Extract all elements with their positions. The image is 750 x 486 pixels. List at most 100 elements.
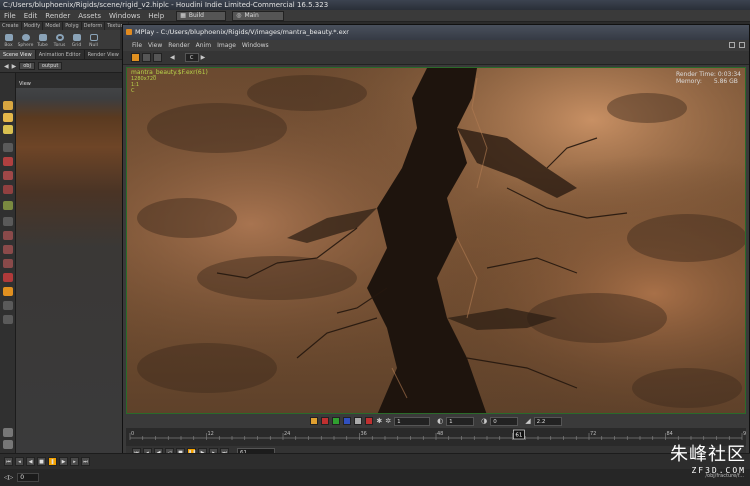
mplay-menu-image[interactable]: Image [214,40,239,51]
lasso-icon[interactable] [3,125,13,134]
timeline-tick-label: 36 [361,431,367,437]
snapshot-icon[interactable] [142,53,151,62]
shelf-tool-torus[interactable]: Torus [51,30,68,49]
display-options-icon[interactable] [3,440,13,449]
desktop-icon: ▦ [180,12,186,19]
rendered-image[interactable]: mantra_beauty.$F.exr(61) 1280x720 1:1 C … [126,67,746,414]
select-mode-icon[interactable] [3,113,13,122]
exposure-field[interactable]: 1 [394,416,431,426]
move-icon[interactable] [3,157,13,166]
shelf-tool-grid[interactable]: Grid [68,30,85,49]
rotate-icon[interactable] [3,171,13,180]
channel-color-icon[interactable] [310,417,319,425]
mplay-timeline[interactable]: 0 12 24 36 48 72 84 96 61 [126,428,749,446]
snap-point-icon[interactable] [3,259,13,268]
menu-file[interactable]: File [0,10,20,22]
channel-arrow-icon[interactable]: ◀ [170,54,175,61]
h-pause-icon[interactable]: ❚ [48,457,57,466]
channel-luminance-icon[interactable] [365,417,374,425]
image-channel: C [131,88,135,94]
watermark-url: ZF3D.COM [691,466,746,475]
tab-animation-editor[interactable]: Animation Editor [36,50,85,59]
frame-nav-icon[interactable]: ◁▷ [4,474,13,481]
shelf-tool-tube[interactable]: Tube [34,30,51,49]
tab-render-view[interactable]: Render View [85,50,123,59]
contrast-field[interactable]: 1 [446,416,475,426]
pane-tabs: Scene View Animation Editor Render View [0,50,123,60]
shelf-tab-create[interactable]: Create [0,22,22,30]
pointer-icon[interactable] [3,143,13,152]
timeline-tick-label: 96 [743,431,746,437]
menu-assets[interactable]: Assets [74,10,105,22]
camera-icon[interactable] [3,301,13,310]
menu-render[interactable]: Render [41,10,74,22]
restore-icon[interactable] [739,42,745,48]
offset-field[interactable]: 0 [490,416,519,426]
houdini-frame-field[interactable]: 0 [17,473,40,482]
channel-red-icon[interactable] [321,417,330,425]
pose-icon[interactable] [3,201,13,210]
main-dropdown[interactable]: ◎ Main [232,10,285,21]
render-region-icon[interactable] [3,287,13,296]
scale-icon[interactable] [3,185,13,194]
shelf-tool-null[interactable]: Null [85,30,102,49]
h-stop-icon[interactable]: ■ [37,457,46,466]
render-mode-icon[interactable] [131,53,140,62]
shelf-tool-label: Box [4,43,13,48]
channel-alpha-icon[interactable] [354,417,363,425]
plane-field[interactable]: C [184,53,199,62]
shelf-tab-modify[interactable]: Modify [22,22,44,30]
forward-arrow-icon[interactable]: ▶ [12,63,17,70]
mplay-menu-anim[interactable]: Anim [193,40,214,51]
light-icon[interactable] [3,315,13,324]
handle-axis-icon[interactable] [3,428,13,437]
timeline-tick-label: 48 [437,431,443,437]
gamma-icon[interactable]: ◢ [525,417,530,425]
channel-blue-icon[interactable] [343,417,352,425]
shelf-tool-sphere[interactable]: Sphere [17,30,34,49]
mplay-app-icon [126,29,132,35]
h-play-reverse-icon[interactable]: ◀ [26,457,35,466]
h-last-frame-icon[interactable]: ⏭ [81,457,90,466]
mplay-title: MPlay - C:/Users/bluphoenix/Rigids/V/ima… [135,28,349,36]
shelf-tab-polygon[interactable]: Polyg [63,22,82,30]
snap-grid-icon[interactable] [3,231,13,240]
mplay-menu-file[interactable]: File [129,40,145,51]
handle-icon[interactable] [3,217,13,226]
mplay-titlebar[interactable]: MPlay - C:/Users/bluphoenix/Rigids/V/ima… [123,25,749,40]
brightness-icon[interactable]: ✲ [385,417,391,425]
menu-help[interactable]: Help [144,10,168,22]
mplay-menu-render[interactable]: Render [165,40,192,51]
snap-prim-icon[interactable] [3,245,13,254]
h-step-back-icon[interactable]: ◂ [15,457,24,466]
magnet-icon[interactable] [3,273,13,282]
shelf-tool-box[interactable]: Box [0,30,17,49]
path-output[interactable]: output [37,62,63,70]
torus-icon [55,34,64,41]
h-play-icon[interactable]: ▶ [59,457,68,466]
channel-next-icon[interactable]: ▶ [201,54,206,61]
shelf-tab-deform[interactable]: Deform [82,22,106,30]
mplay-menu-view[interactable]: View [145,40,165,51]
tab-scene-view[interactable]: Scene View [0,50,36,59]
maximize-icon[interactable] [729,42,735,48]
h-first-frame-icon[interactable]: ⏮ [4,457,13,466]
viewport-toolbar [0,73,16,453]
menu-edit[interactable]: Edit [20,10,42,22]
desktop-dropdown[interactable]: ▦ Build [176,10,227,21]
h-step-forward-icon[interactable]: ▸ [70,457,79,466]
menu-windows[interactable]: Windows [105,10,144,22]
display-icon[interactable] [153,53,162,62]
mplay-menu-windows[interactable]: Windows [239,40,272,51]
contrast-icon[interactable]: ◐ [437,417,443,425]
image-controls: ✱ ✲ 1 ◐ 1 ◑ 0 ◢ 2.2 [126,414,746,428]
offset-icon[interactable]: ◑ [481,417,487,425]
channel-green-icon[interactable] [332,417,341,425]
select-icon[interactable] [3,101,13,110]
exposure-icon[interactable]: ✱ [376,417,382,425]
gamma-field[interactable]: 2.2 [533,416,562,426]
shelf-tab-model[interactable]: Model [43,22,64,30]
scene-viewport[interactable] [16,80,122,453]
back-arrow-icon[interactable]: ◀ [4,63,9,70]
path-obj[interactable]: obj [19,62,35,70]
